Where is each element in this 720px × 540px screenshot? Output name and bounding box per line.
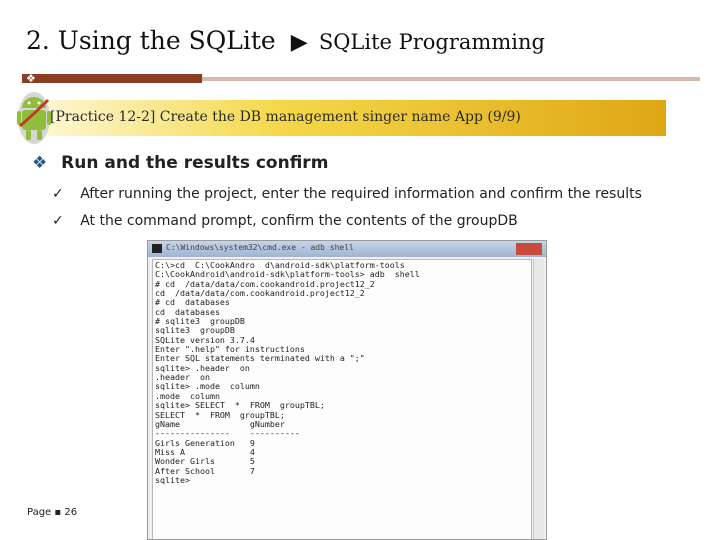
checkmark-icon: ✓ bbox=[52, 186, 64, 202]
page-number: Page ▪ 26 bbox=[27, 507, 78, 518]
diamond-bullet-icon: ❖ bbox=[32, 153, 48, 173]
title-main: 2. Using the SQLite bbox=[26, 26, 276, 55]
console-line: After School 7 bbox=[155, 465, 255, 476]
console-line: sqlite> bbox=[155, 474, 190, 485]
android-logo-icon bbox=[17, 92, 51, 144]
command-prompt-screenshot: C:\Windows\system32\cmd.exe - adb shell … bbox=[147, 240, 547, 540]
console-scrollbar bbox=[533, 259, 544, 539]
practice-banner: [Practice 12-2] Create the DB management… bbox=[44, 100, 666, 136]
play-arrow-icon: ▶ bbox=[290, 30, 308, 55]
section-heading: ❖ Run and the results confirm bbox=[32, 153, 328, 173]
title-underline: ❖ bbox=[22, 72, 700, 85]
console-line: sqlite> .header on bbox=[155, 362, 250, 373]
list-item-text: After running the project, enter the req… bbox=[80, 186, 642, 202]
console-output: C:\>cd C:\CookAndro d\android-sdk\platfo… bbox=[152, 259, 532, 539]
practice-banner-text: [Practice 12-2] Create the DB management… bbox=[50, 109, 521, 125]
window-close-button bbox=[516, 243, 542, 255]
slide-title: 2. Using the SQLite ▶ SQLite Programming bbox=[26, 26, 545, 55]
console-window-title: C:\Windows\system32\cmd.exe - adb shell bbox=[166, 243, 354, 252]
list-item-text: At the command prompt, confirm the conte… bbox=[80, 213, 518, 229]
checkmark-icon: ✓ bbox=[52, 213, 64, 229]
title-subtitle: SQLite Programming bbox=[318, 30, 545, 54]
underline-light-segment bbox=[202, 77, 700, 81]
list-item: ✓ At the command prompt, confirm the con… bbox=[52, 213, 518, 229]
console-titlebar: C:\Windows\system32\cmd.exe - adb shell bbox=[148, 241, 546, 257]
section-heading-text: Run and the results confirm bbox=[61, 153, 329, 173]
console-app-icon bbox=[152, 244, 162, 253]
underline-dark-segment bbox=[22, 74, 202, 83]
list-item: ✓ After running the project, enter the r… bbox=[52, 186, 642, 202]
diamond-bullet-icon: ❖ bbox=[26, 72, 36, 85]
